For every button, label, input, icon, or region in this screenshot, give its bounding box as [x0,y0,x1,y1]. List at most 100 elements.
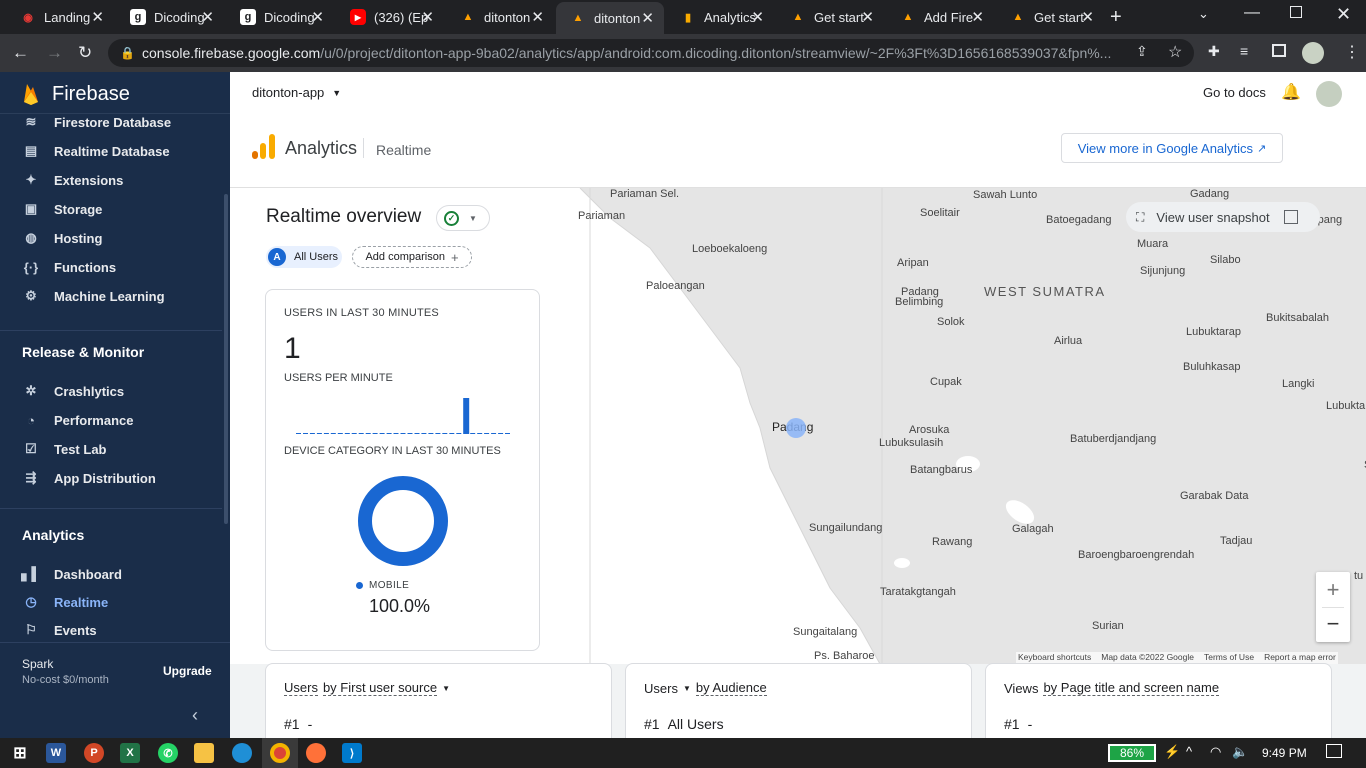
browser-tab[interactable]: ◉ Landing ✕ [6,4,114,30]
reload-icon[interactable]: ↻ [78,43,92,63]
per-minute-bar[interactable] [484,433,490,434]
tab-close-icon[interactable]: ✕ [641,9,654,27]
browser-tab[interactable]: ▮ Analytics ✕ [666,4,774,30]
donut-slice-mobile[interactable] [358,476,448,566]
per-minute-bar[interactable] [498,433,504,434]
word-icon[interactable]: W [46,743,66,763]
tab-search-icon[interactable]: ⌄ [1198,6,1209,22]
sidebar-item-extensions[interactable]: ✦ Extensions [0,166,222,194]
per-minute-bar[interactable] [330,433,336,434]
tab-close-icon[interactable]: ✕ [421,8,434,26]
per-minute-bar[interactable] [365,433,371,434]
dimension-selector[interactable]: by Audience [695,680,767,696]
sidebar-item-storage[interactable]: ▣ Storage [0,195,222,223]
per-minute-bar[interactable] [323,433,329,434]
zoom-in-button[interactable]: + [1316,574,1350,606]
per-minute-bar[interactable] [421,433,427,434]
sidebar-item-realtime-database[interactable]: ▤ Realtime Database [0,137,222,165]
tab-close-icon[interactable]: ✕ [311,8,324,26]
battery-indicator[interactable]: 86% [1108,744,1156,762]
per-minute-bar[interactable] [372,433,378,434]
all-users-chip[interactable]: A All Users [266,246,342,268]
sidebar-item-events[interactable]: ⚐ Events [0,616,222,644]
browser-tab[interactable]: ▶ (326) (Ep ✕ [336,4,444,30]
per-minute-bar[interactable] [470,433,476,434]
per-minute-bar[interactable] [414,433,420,434]
firefox-icon[interactable] [306,743,326,763]
zoom-out-button[interactable]: − [1316,608,1350,640]
edge-icon[interactable] [232,743,252,763]
release-monitor-heading[interactable]: Release & Monitor [22,344,144,360]
back-icon[interactable]: ← [12,43,29,63]
analytics-heading[interactable]: Analytics [22,527,84,543]
browser-tab[interactable]: ▲ ditonton ✕ [446,4,554,30]
clock-time[interactable]: 9:49 PM [1262,746,1307,760]
tab-close-icon[interactable]: ✕ [751,8,764,26]
bookmark-star-icon[interactable]: ☆ [1168,42,1182,62]
device-category-donut[interactable] [353,471,453,571]
profile-avatar[interactable] [1302,42,1324,64]
status-check-dropdown[interactable]: ✓ ▼ [436,205,490,231]
browser-tab[interactable]: ▲ Get start ✕ [996,4,1104,30]
per-minute-bar[interactable] [303,433,308,434]
tab-close-icon[interactable]: ✕ [861,8,874,26]
show-hidden-icons-icon[interactable]: ^ [1186,744,1192,759]
browser-tab[interactable]: g Dicoding ✕ [116,4,224,30]
per-minute-bar[interactable] [379,433,385,434]
sidebar-item-realtime[interactable]: ◷ Realtime [0,588,222,616]
per-minute-bar[interactable] [505,433,510,434]
sidebar-item-hosting[interactable]: ◍ Hosting [0,224,222,252]
address-bar[interactable]: 🔒 console.firebase.google.com/u/0/projec… [108,39,1194,67]
sidebar-item-crashlytics[interactable]: ✲ Crashlytics [0,377,222,405]
tab-close-icon[interactable]: ✕ [1081,8,1094,26]
windows-start-icon[interactable]: ⊞ [10,743,30,763]
new-tab-button[interactable]: + [1110,6,1122,29]
chevron-down-icon[interactable]: ▼ [442,684,450,693]
view-more-google-analytics-button[interactable]: View more in Google Analytics ↗ [1061,133,1283,163]
sidebar-item-machine-learning[interactable]: ⚙ Machine Learning [0,282,222,310]
per-minute-bar[interactable] [442,433,448,434]
browser-tab[interactable]: ▲ Get start ✕ [776,4,884,30]
per-minute-bar[interactable] [449,433,455,434]
minimize-button[interactable]: — [1244,4,1260,22]
vscode-icon[interactable]: ⟩ [342,743,362,763]
tab-close-icon[interactable]: ✕ [971,8,984,26]
per-minute-bar[interactable] [491,433,497,434]
users-per-minute-chart[interactable] [295,390,511,434]
per-minute-bar[interactable] [407,433,413,434]
powerpoint-icon[interactable]: P [84,743,104,763]
view-user-snapshot-button[interactable]: ⛶ View user snapshot [1126,202,1320,232]
per-minute-bar[interactable] [428,433,434,434]
close-window-button[interactable]: ✕ [1336,4,1351,25]
per-minute-bar[interactable] [344,433,350,434]
per-minute-bar[interactable] [435,433,441,434]
browser-tab[interactable]: g Dicoding ✕ [226,4,334,30]
per-minute-bar[interactable] [351,433,357,434]
share-icon[interactable]: ⇪ [1136,43,1148,60]
side-panel-icon[interactable] [1272,44,1286,57]
per-minute-bar[interactable] [386,433,392,434]
per-minute-bar[interactable] [456,433,462,434]
dimension-selector[interactable]: by Page title and screen name [1043,680,1220,696]
sidebar-item-functions[interactable]: {·} Functions [0,253,222,281]
metric-selector[interactable]: Users [284,680,318,696]
metric-selector[interactable]: Users [644,681,678,696]
per-minute-bar[interactable] [463,398,470,434]
per-minute-bar[interactable] [358,433,364,434]
per-minute-bar[interactable] [309,433,315,434]
reading-list-icon[interactable]: ≡ [1240,43,1248,59]
browser-tab[interactable]: ▲ Add Fire ✕ [886,4,994,30]
menu-icon[interactable]: ⋮ [1344,42,1360,62]
sidebar-item-firestore-database[interactable]: ≋ Firestore Database [0,108,222,136]
per-minute-bar[interactable] [400,433,406,434]
per-minute-bar[interactable] [337,433,343,434]
collapse-sidebar-icon[interactable]: ‹ [192,705,198,726]
notifications-icon[interactable] [1326,744,1342,758]
chevron-down-icon[interactable]: ▼ [683,684,691,693]
extensions-puzzle-icon[interactable]: ✚ [1208,43,1220,60]
tab-close-icon[interactable]: ✕ [531,8,544,26]
wifi-icon[interactable]: ◠ [1210,744,1221,760]
metric-selector[interactable]: Views [1004,681,1038,696]
add-comparison-button[interactable]: Add comparison + [352,246,472,268]
notifications-bell-icon[interactable]: 🔔 [1281,82,1301,102]
